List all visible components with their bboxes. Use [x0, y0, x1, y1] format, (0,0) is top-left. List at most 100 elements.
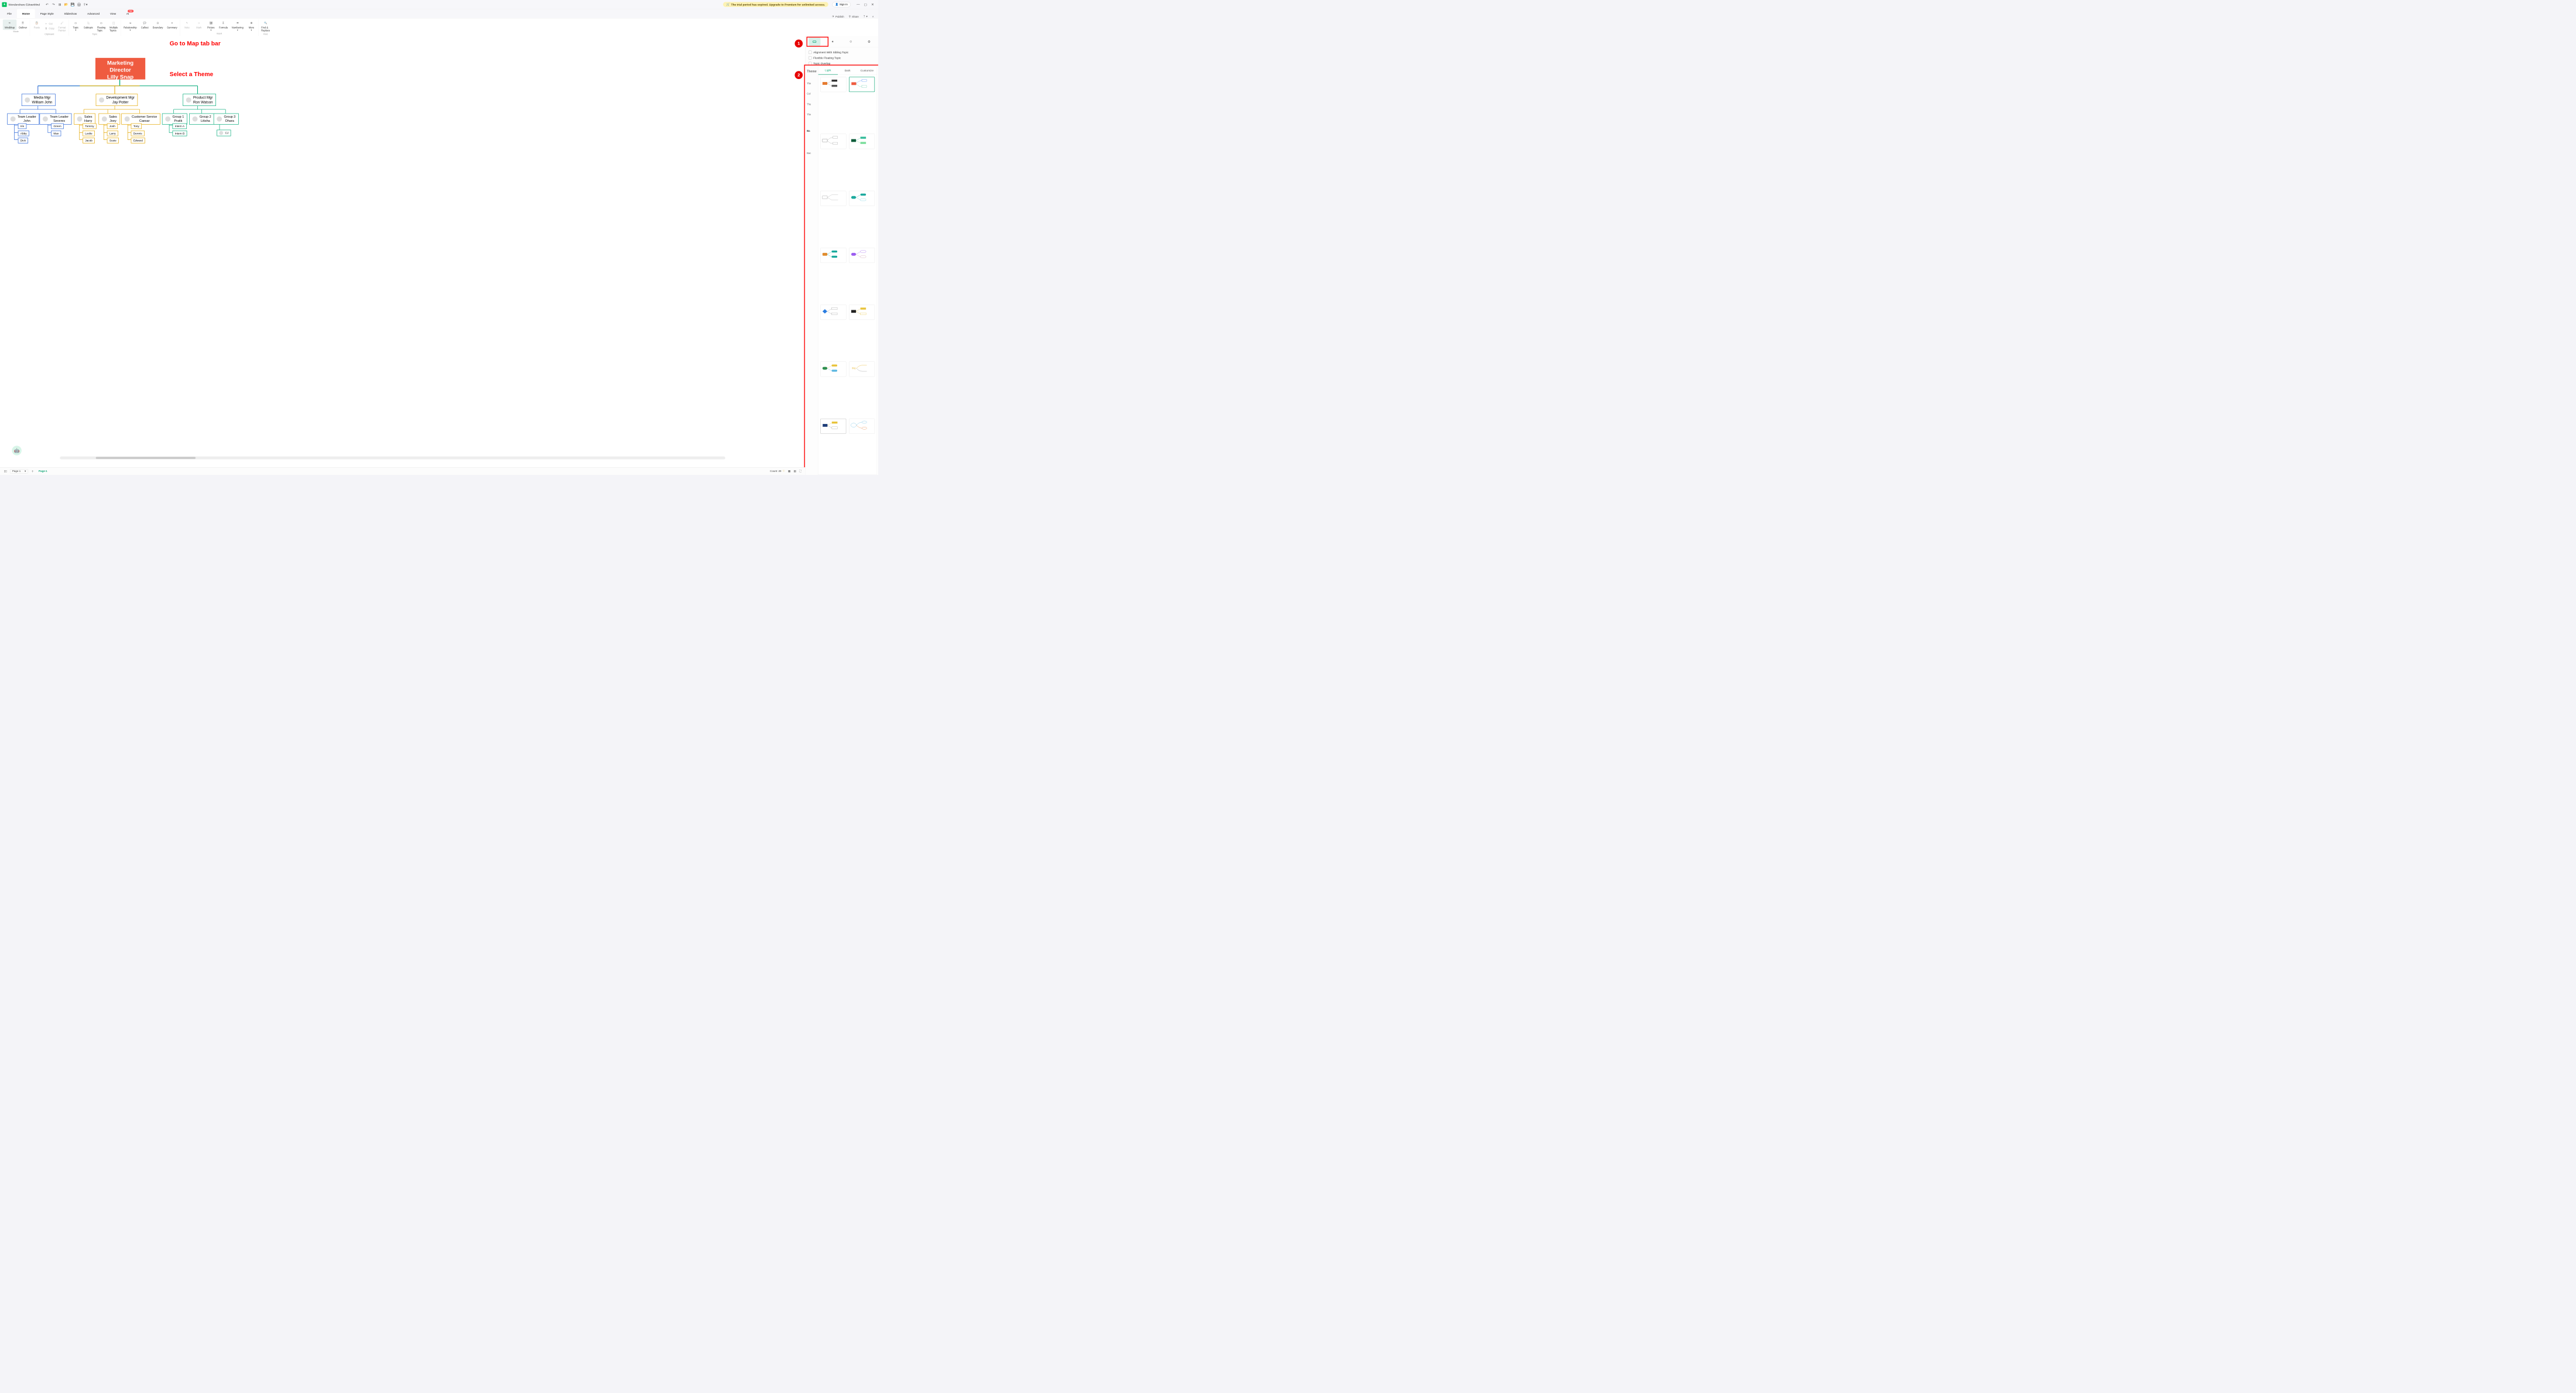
node-larry[interactable]: Larry	[107, 131, 118, 136]
theme-thumb[interactable]	[849, 304, 875, 320]
menu-home[interactable]: Home	[17, 9, 35, 18]
assistant-fab[interactable]: 🤖	[12, 446, 21, 455]
ai-tab[interactable]: ✦	[827, 37, 838, 46]
menu-advanced[interactable]: Advanced	[82, 9, 105, 18]
node-iris[interactable]: Iris	[18, 124, 27, 129]
node-group2[interactable]: Group 2Litisha	[189, 114, 214, 125]
boundary-button[interactable]: ▢Boundary	[150, 19, 165, 32]
node-josh[interactable]: Josh	[107, 124, 118, 129]
node-abby[interactable]: Abby	[18, 131, 29, 136]
sign-in-button[interactable]: 👤 Sign In	[833, 2, 851, 7]
theme-thumb[interactable]	[820, 248, 846, 263]
theme-thumb[interactable]	[820, 134, 846, 149]
canvas[interactable]: Go to Map tab bar Select a Theme 1 2	[0, 36, 805, 467]
menu-page-style[interactable]: Page Style	[35, 9, 59, 18]
picture-button[interactable]: 🖼Picture▾	[205, 19, 217, 32]
help-icon[interactable]: ？▾	[864, 15, 868, 18]
mindmap-button[interactable]: ✂MindMap	[3, 19, 17, 30]
node-root[interactable]: Marketing DirectorLilly Snap	[95, 58, 145, 80]
theme-thumb[interactable]	[820, 362, 846, 377]
map-tab[interactable]	[809, 37, 820, 46]
theme-thumb[interactable]	[849, 191, 875, 206]
trial-banner[interactable]: 🛒 The trial period has expired. Upgrade …	[723, 2, 828, 7]
copy-button[interactable]: ⧉Copy	[43, 26, 56, 31]
more-button[interactable]: ⊞More▾	[245, 19, 257, 32]
theme-thumb[interactable]	[820, 419, 846, 434]
collapse-ribbon-icon[interactable]: ˄	[872, 15, 874, 18]
subtopic-button[interactable]: ⿻Subtopic	[82, 19, 95, 32]
page-chip[interactable]: Page-1	[39, 470, 47, 473]
node-prod-mgr[interactable]: Product MgrRon Watson	[183, 94, 216, 106]
node-leslie[interactable]: Leslie	[83, 131, 95, 136]
node-intern-a[interactable]: Intern A	[173, 124, 187, 129]
theme-tab-light[interactable]: Light	[818, 66, 838, 75]
paste-button[interactable]: 📋Paste	[31, 19, 43, 32]
icons-tab[interactable]: ☺	[845, 37, 857, 46]
node-jacob[interactable]: Jacob	[83, 138, 95, 143]
find-replace-button[interactable]: 🔍Find & Replace	[259, 19, 272, 32]
numbering-button[interactable]: ≔Numbering▾	[229, 19, 245, 32]
print-icon[interactable]: 🖨	[76, 2, 81, 7]
node-max[interactable]: Max	[51, 131, 61, 136]
scrollbar-thumb[interactable]	[96, 457, 196, 458]
open-icon[interactable]: 📂	[64, 2, 69, 7]
cut-button[interactable]: ✂Cut	[43, 21, 56, 26]
theme-thumb[interactable]	[820, 304, 846, 320]
maximize-icon[interactable]: ▢	[862, 2, 869, 8]
outliner-button[interactable]: ☰Outliner	[16, 19, 29, 30]
theme-thumb[interactable]	[849, 419, 875, 434]
node-edward[interactable]: Edward	[131, 138, 145, 143]
topic-button[interactable]: ▭Topic▾	[70, 19, 81, 32]
horizontal-scrollbar[interactable]	[60, 457, 725, 460]
share-button[interactable]: ⚲Share	[849, 15, 859, 18]
node-dev-mgr[interactable]: Development MgrJay Potter	[96, 94, 138, 106]
theme-thumb[interactable]	[849, 248, 875, 263]
relationship-button[interactable]: ↝Relationship▾	[122, 19, 139, 32]
theme-thumb[interactable]	[820, 191, 846, 206]
menu-slideshow[interactable]: Slideshow	[59, 9, 82, 18]
view-mode-1-icon[interactable]: ▦	[788, 470, 790, 473]
theme-tab-dark[interactable]: Dark	[838, 66, 857, 75]
close-icon[interactable]: ✕	[869, 2, 876, 8]
node-intern-b[interactable]: Intern B	[173, 131, 187, 136]
page-selector[interactable]: Page-1▾	[10, 469, 28, 473]
node-tommy[interactable]: Tommy	[83, 124, 97, 129]
fullscreen-icon[interactable]: ⛶	[799, 470, 801, 473]
node-dick[interactable]: Dick	[18, 138, 28, 143]
node-susie[interactable]: Susie	[107, 138, 119, 143]
theme-thumb[interactable]	[849, 77, 875, 92]
minimize-icon[interactable]: —	[855, 2, 862, 8]
callout-button[interactable]: 💬Callout	[139, 19, 150, 32]
theme-tab-customize[interactable]: Customize	[857, 66, 876, 75]
format-painter-button[interactable]: 🖌Format Painter	[56, 19, 68, 32]
node-tony[interactable]: Tony	[131, 124, 142, 129]
save-icon[interactable]: 💾	[70, 2, 76, 7]
clipart-tab[interactable]: ⚙	[863, 37, 875, 46]
undo-icon[interactable]: ↶	[44, 2, 50, 7]
node-dennis[interactable]: Dennis	[131, 131, 145, 136]
toggle-sidebar-icon[interactable]: ▯▯	[4, 470, 7, 473]
redo-icon[interactable]: ↷	[51, 2, 56, 7]
node-group3[interactable]: Group 3Dhara	[214, 114, 239, 125]
menu-file[interactable]: File	[2, 9, 16, 18]
summary-button[interactable]: ≡Summary	[165, 19, 179, 32]
node-media-mgr[interactable]: Media MgrWilliam John	[22, 94, 56, 106]
new-icon[interactable]: ⊞	[57, 2, 63, 7]
add-page-button[interactable]: ＋	[31, 469, 33, 473]
node-cj[interactable]: CJ	[217, 130, 231, 136]
mark-button[interactable]: ☺Mark	[193, 19, 205, 32]
note-button[interactable]: ✎Note	[181, 19, 193, 32]
chk-align[interactable]: Alignment With Sibling Topic	[809, 50, 875, 56]
theme-thumb[interactable]: 中心	[849, 362, 875, 377]
menu-ai[interactable]: AIHot	[121, 9, 134, 18]
theme-thumb[interactable]	[849, 134, 875, 149]
publish-button[interactable]: ✈Publish	[832, 15, 844, 18]
multiple-topics-button[interactable]: ⿳Multiple Topics	[108, 19, 120, 32]
theme-thumb[interactable]	[820, 77, 846, 92]
chk-flex[interactable]: Flexible Floating Topic	[809, 55, 875, 61]
export-icon[interactable]: ⇪▾	[83, 2, 88, 7]
view-mode-2-icon[interactable]: ▤	[794, 470, 796, 473]
formula-button[interactable]: ΣFormula	[217, 19, 230, 32]
floating-topic-button[interactable]: ▭Floating Topic	[95, 19, 107, 32]
menu-view[interactable]: View	[105, 9, 121, 18]
